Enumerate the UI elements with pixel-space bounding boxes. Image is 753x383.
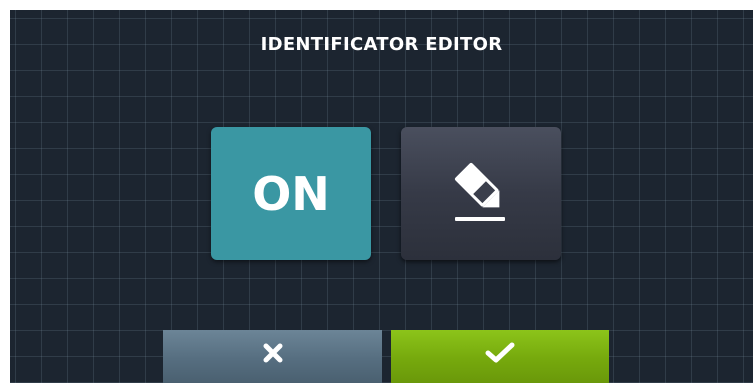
on-toggle-label: ON (252, 166, 330, 221)
checkmark-icon (485, 342, 515, 364)
confirm-button[interactable] (391, 330, 609, 383)
pencil-icon (441, 159, 521, 229)
close-icon (262, 342, 284, 364)
edit-button[interactable] (401, 127, 561, 260)
identificator-editor-screen: IDENTIFICATOR EDITOR ON (10, 10, 753, 383)
on-toggle-button[interactable]: ON (211, 127, 371, 260)
cancel-button[interactable] (163, 330, 382, 383)
page-title: IDENTIFICATOR EDITOR (260, 34, 503, 55)
